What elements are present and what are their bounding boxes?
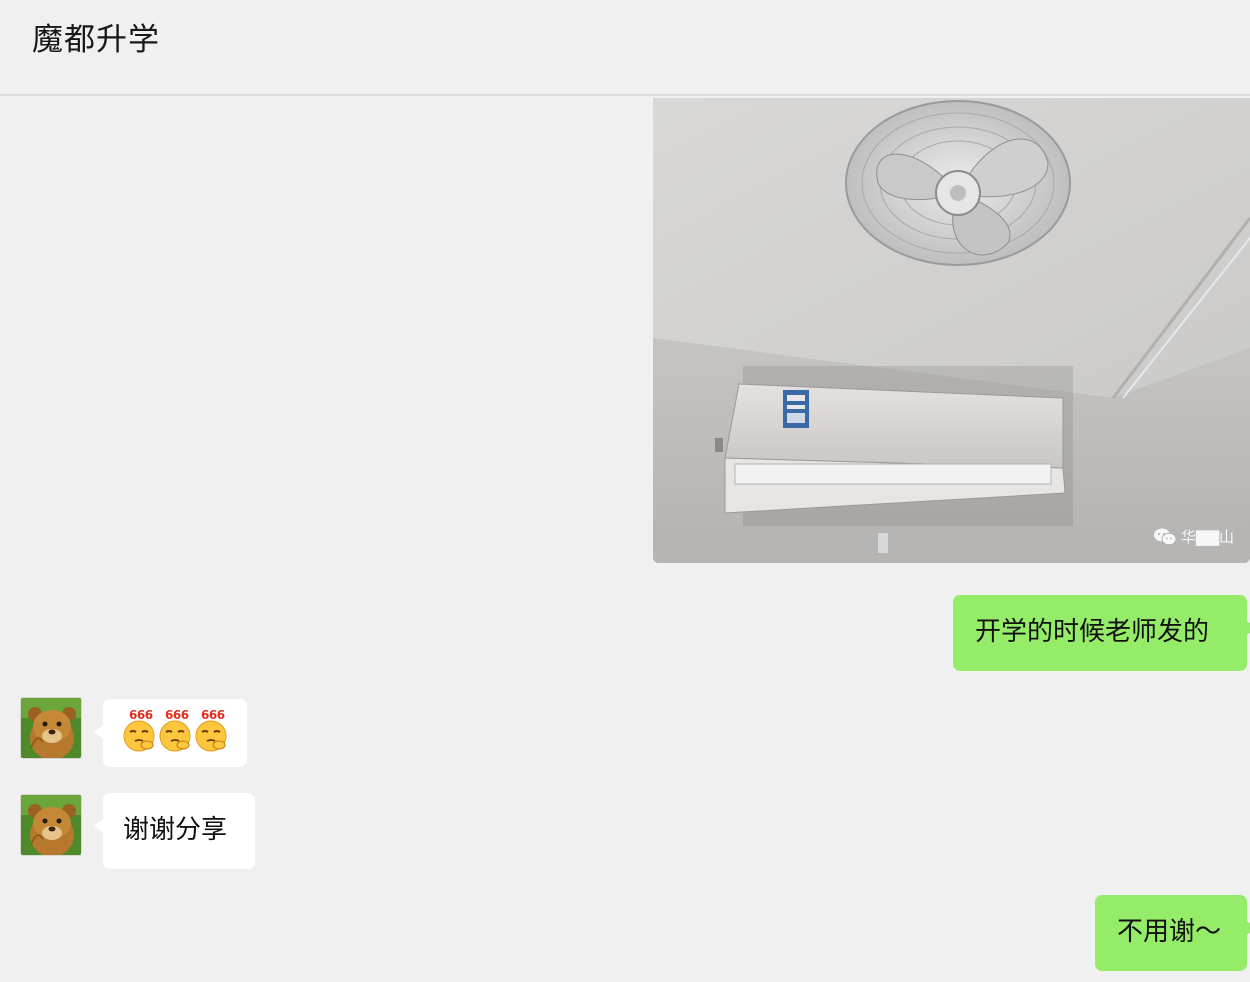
bear-avatar-image: [21, 698, 81, 758]
photo-watermark: 华▇▇山: [1153, 526, 1234, 547]
message-text: 谢谢分享: [123, 815, 228, 845]
avatar[interactable]: [20, 794, 82, 856]
incoming-emoji-bubble[interactable]: 666 666 666: [94, 699, 247, 767]
thinking-666-emoji: 666: [121, 709, 157, 757]
photo-message[interactable]: 华▇▇山: [653, 98, 1250, 563]
chat-header: 魔都升学: [0, 0, 1250, 96]
outgoing-message-bubble[interactable]: 开学的时候老师发的: [953, 595, 1250, 671]
outgoing-message-bubble[interactable]: 不用谢～: [1095, 895, 1250, 971]
thinking-666-emoji: 666: [157, 709, 193, 757]
avatar[interactable]: [20, 697, 82, 759]
chat-window: 魔都升学 华▇▇山 开学的时候老师发的 666 666 666 谢谢分享 不用谢…: [0, 0, 1250, 982]
bear-avatar-image: [21, 795, 81, 855]
incoming-message-bubble[interactable]: 谢谢分享: [94, 793, 255, 869]
emoji-666-label: 666: [201, 708, 225, 722]
ceiling-fan-aircon-photo: [653, 98, 1250, 563]
chat-title: 魔都升学: [32, 22, 160, 58]
emoji-row: 666 666 666: [121, 709, 247, 757]
message-text: 不用谢～: [1117, 917, 1222, 947]
emoji-666-label: 666: [165, 708, 189, 722]
emoji-666-label: 666: [129, 708, 153, 722]
message-text: 开学的时候老师发的: [975, 617, 1210, 647]
wechat-logo-icon: [1153, 528, 1177, 545]
thinking-666-emoji: 666: [193, 709, 229, 757]
watermark-text: 华▇▇山: [1180, 528, 1234, 546]
